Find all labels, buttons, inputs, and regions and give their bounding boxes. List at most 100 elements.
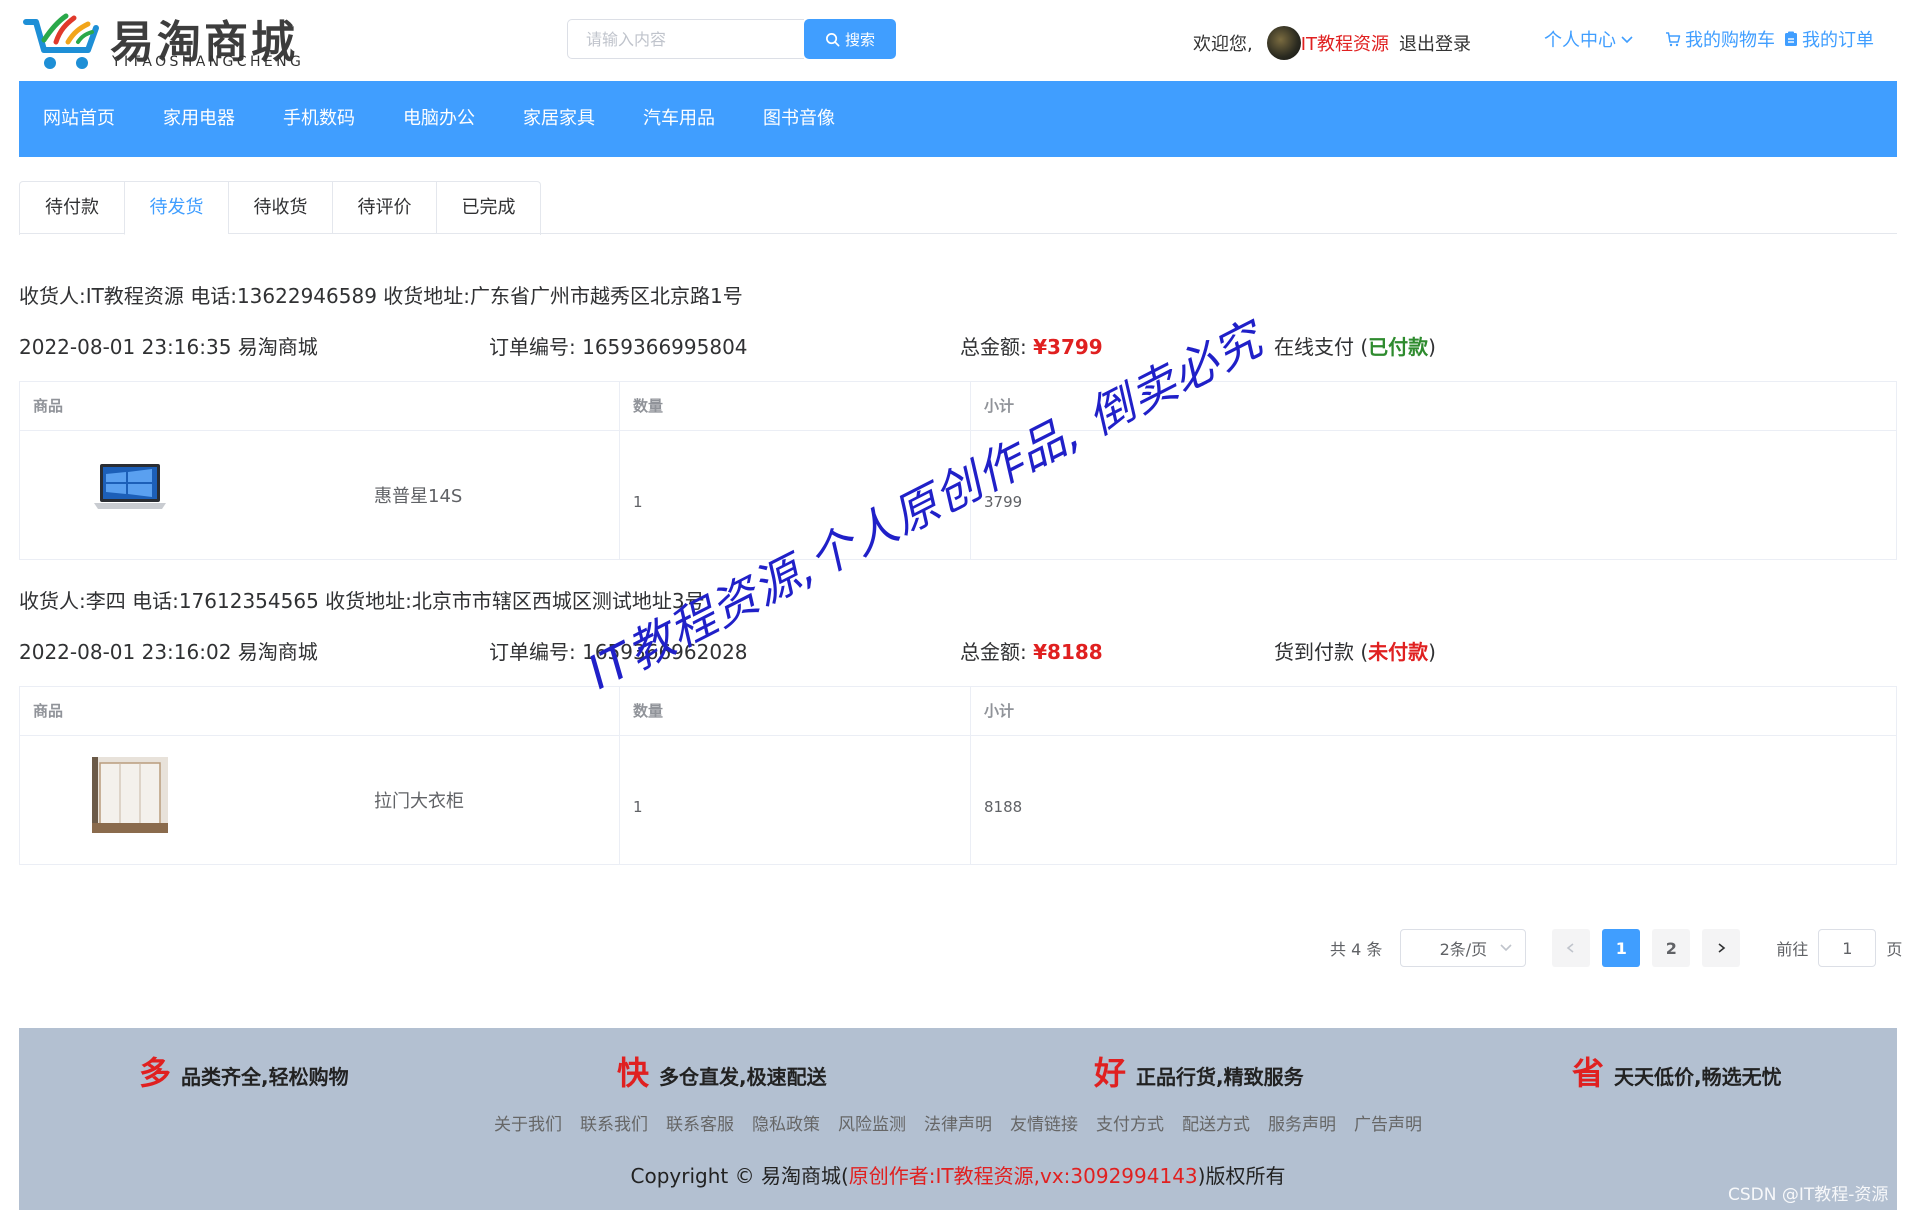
footer-link-privacy[interactable]: 隐私政策	[752, 1110, 820, 1135]
user-center-dropdown[interactable]: 个人中心	[1544, 26, 1634, 52]
tab-pending-shipment[interactable]: 待发货	[124, 182, 228, 235]
page-size-value: 2条/页	[1439, 940, 1488, 959]
order-total: 总金额: ¥8188	[960, 636, 1103, 665]
unpaid-badge: 未付款	[1368, 640, 1429, 664]
copyright: Copyright © 易淘商城(原创作者:IT教程资源,vx:30929941…	[19, 1160, 1897, 1189]
chevron-down-icon	[1500, 944, 1512, 952]
column-header-subtotal: 小计	[984, 397, 1015, 415]
username-link[interactable]: IT教程资源	[1301, 30, 1389, 56]
product-name-link[interactable]: 拉门大衣柜	[374, 787, 464, 813]
page-1-button[interactable]: 1	[1602, 929, 1641, 967]
paren-close: )	[1428, 640, 1436, 664]
order-items-table: 商品 数量 小计 惠普星14S 1 3799	[19, 381, 1897, 560]
footer-link-about[interactable]: 关于我们	[494, 1110, 562, 1135]
tab-completed[interactable]: 已完成	[436, 182, 540, 234]
order-datetime: 2022-08-01 23:16:02 易淘商城	[19, 640, 318, 664]
goto-page-input[interactable]	[1818, 929, 1877, 967]
pagination-total: 共 4 条	[1330, 940, 1383, 959]
order-total: 总金额: ¥3799	[960, 331, 1103, 360]
tab-pending-payment[interactable]: 待付款	[20, 182, 124, 234]
paren-close: )	[1428, 335, 1436, 359]
column-header-quantity: 数量	[620, 382, 971, 430]
shopping-cart-logo-icon	[23, 13, 99, 69]
chevron-right-icon	[1718, 943, 1726, 953]
cart-link[interactable]: 我的购物车	[1665, 26, 1775, 52]
search-button[interactable]: 搜索	[804, 19, 896, 59]
search-button-label: 搜索	[844, 30, 875, 49]
order-datetime: 2022-08-01 23:16:35 易淘商城	[19, 335, 318, 359]
promise-savings: 省 天天低价,畅选无忧	[1572, 1048, 1782, 1094]
footer-link-risk[interactable]: 风险监测	[838, 1110, 906, 1135]
product-name-link[interactable]: 惠普星14S	[374, 482, 462, 508]
promise-variety-char: 多	[139, 1054, 172, 1092]
orders-label: 我的订单	[1802, 30, 1874, 51]
order-number: 订单编号: 1659366962028	[489, 640, 748, 664]
footer-link-service[interactable]: 服务声明	[1268, 1110, 1336, 1135]
order-status-tabs: 待付款 待发货 待收货 待评价 已完成	[19, 181, 1897, 235]
footer-link-delivery[interactable]: 配送方式	[1182, 1110, 1250, 1135]
footer-link-legal[interactable]: 法律声明	[924, 1110, 992, 1135]
footer-link-ads[interactable]: 广告声明	[1354, 1110, 1422, 1135]
wardrobe-product-image[interactable]	[92, 757, 168, 833]
copyright-suffix: )版权所有	[1197, 1164, 1286, 1188]
total-amount: ¥3799	[1033, 335, 1103, 359]
promise-quality: 好 正品行货,精致服务	[1094, 1048, 1304, 1094]
footer-link-friends[interactable]: 友情链接	[1010, 1110, 1078, 1135]
search-input[interactable]	[567, 19, 804, 59]
order-icon	[1785, 31, 1797, 46]
nav-item-furniture[interactable]: 家居家具	[499, 81, 619, 157]
prev-page-button[interactable]	[1552, 929, 1591, 967]
footer-link-support[interactable]: 联系客服	[666, 1110, 734, 1135]
total-label: 总金额:	[960, 640, 1027, 664]
footer-link-payment[interactable]: 支付方式	[1096, 1110, 1164, 1135]
payment-status: 货到付款 (未付款)	[1274, 636, 1436, 665]
next-page-button[interactable]	[1702, 929, 1741, 967]
subtotal-value: 3799	[984, 493, 1023, 511]
chevron-down-icon	[1621, 36, 1633, 44]
product-cell: 拉门大衣柜	[20, 736, 620, 864]
laptop-product-image[interactable]	[92, 452, 168, 528]
logo-subtitle: YITAOSHANGCHENG	[112, 54, 305, 70]
nav-item-computers[interactable]: 电脑办公	[379, 81, 499, 157]
tab-pending-review[interactable]: 待评价	[332, 182, 436, 234]
site-logo[interactable]: 易淘商城 YITAOSHANGCHENG	[22, 6, 352, 72]
goto-prefix: 前往	[1776, 940, 1809, 959]
promise-savings-text: 天天低价,畅选无忧	[1614, 1065, 1782, 1089]
nav-item-phones[interactable]: 手机数码	[259, 81, 379, 157]
tab-pending-receipt[interactable]: 待收货	[228, 182, 332, 234]
promise-fast-char: 快	[617, 1054, 650, 1092]
footer: 多 品类齐全,轻松购物 快 多仓直发,极速配送 好 正品行货,精致服务 省 天天…	[19, 1028, 1897, 1210]
promise-fast-text: 多仓直发,极速配送	[659, 1065, 827, 1089]
total-label: 总金额:	[960, 335, 1027, 359]
cart-label: 我的购物车	[1685, 30, 1775, 51]
nav-item-books[interactable]: 图书音像	[739, 81, 859, 157]
quantity-value: 1	[633, 493, 643, 511]
avatar[interactable]	[1266, 26, 1301, 60]
user-center-label: 个人中心	[1544, 30, 1616, 51]
nav-item-appliances[interactable]: 家用电器	[139, 81, 259, 157]
nav-item-home[interactable]: 网站首页	[19, 81, 139, 157]
promise-variety: 多 品类齐全,轻松购物	[139, 1048, 349, 1094]
page-2-button[interactable]: 2	[1652, 929, 1691, 967]
header: 易淘商城 YITAOSHANGCHENG 搜索 欢迎您, IT教程资源 退出登录…	[0, 0, 1916, 80]
quantity-value: 1	[633, 798, 643, 816]
pagination: 共 4 条 2条/页 1 2 前往 页	[1330, 929, 1902, 967]
footer-link-contact[interactable]: 联系我们	[580, 1110, 648, 1135]
total-amount: ¥8188	[1033, 640, 1103, 664]
column-header-quantity: 数量	[620, 687, 971, 735]
logout-link[interactable]: 退出登录	[1399, 30, 1471, 56]
column-header-subtotal: 小计	[984, 702, 1015, 720]
promise-variety-text: 品类齐全,轻松购物	[181, 1065, 349, 1089]
page-size-select[interactable]: 2条/页	[1400, 929, 1527, 967]
promise-quality-char: 好	[1094, 1054, 1127, 1092]
orders-link[interactable]: 我的订单	[1784, 26, 1874, 52]
table-header: 商品 数量 小计	[20, 382, 1896, 431]
nav-item-auto[interactable]: 汽车用品	[619, 81, 739, 157]
column-header-product: 商品	[20, 382, 620, 430]
table-header: 商品 数量 小计	[20, 687, 1896, 736]
main-nav: 网站首页 家用电器 手机数码 电脑办公 家居家具 汽车用品 图书音像	[19, 81, 1897, 157]
user-welcome: 欢迎您, IT教程资源 退出登录	[1193, 26, 1471, 60]
payment-method: 货到付款 (	[1274, 640, 1369, 664]
order-meta: 2022-08-01 23:16:35 易淘商城 订单编号: 165936699…	[19, 331, 1897, 361]
quantity-cell: 1	[620, 431, 971, 559]
